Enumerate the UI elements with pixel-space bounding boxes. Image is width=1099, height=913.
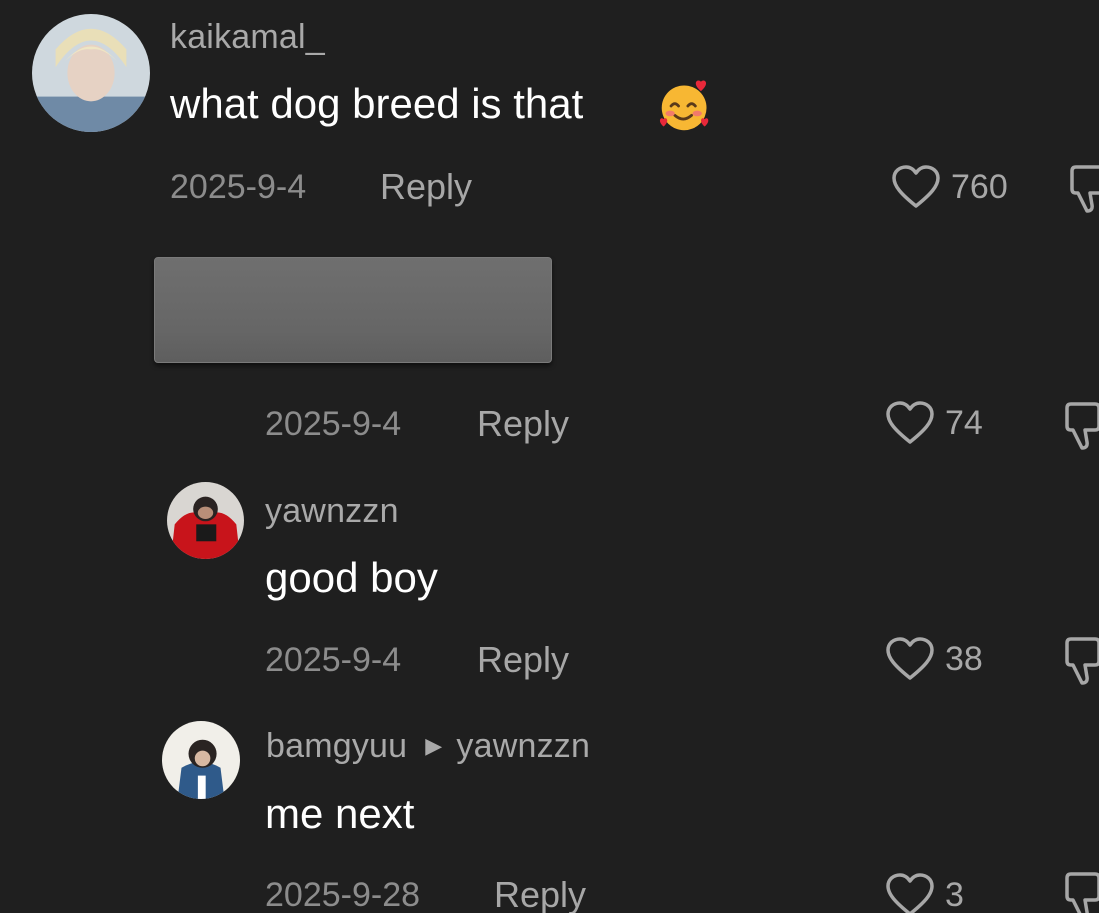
heart-outline-icon bbox=[892, 165, 940, 208]
comment-text: what dog breed is that bbox=[170, 80, 583, 128]
avatar-image bbox=[167, 482, 244, 559]
avatar[interactable] bbox=[167, 482, 244, 559]
comment-date: 2025-9-4 bbox=[265, 641, 402, 679]
comment-text: good boy bbox=[265, 554, 438, 601]
comment-author[interactable]: bamgyuu bbox=[266, 727, 407, 765]
comment-username[interactable]: yawnzzn bbox=[265, 492, 399, 531]
thumbs-down-icon bbox=[1065, 402, 1099, 450]
comment-username: bamgyuu ▶ yawnzzn bbox=[266, 727, 590, 766]
dislike-button[interactable] bbox=[1068, 163, 1099, 215]
like-button[interactable]: 38 bbox=[885, 636, 983, 682]
like-count: 760 bbox=[951, 167, 1008, 206]
like-count: 74 bbox=[945, 403, 983, 442]
avatar[interactable] bbox=[32, 14, 150, 132]
thumbs-down-icon bbox=[1065, 872, 1099, 913]
dislike-button[interactable] bbox=[1063, 400, 1099, 452]
comment-text-content: what dog breed is that bbox=[170, 80, 584, 127]
reply-to-username[interactable]: yawnzzn bbox=[456, 727, 590, 765]
like-button[interactable]: 760 bbox=[891, 164, 1008, 210]
comment-date: 2025-9-4 bbox=[265, 405, 402, 443]
comments-screen: kaikamal_ what dog breed is that 2025-9-… bbox=[0, 0, 1099, 913]
heart-outline-icon bbox=[886, 637, 934, 680]
reply-button[interactable]: Reply bbox=[380, 166, 472, 208]
dislike-button[interactable] bbox=[1063, 635, 1099, 687]
like-count: 3 bbox=[945, 875, 964, 913]
thumbs-down-icon bbox=[1065, 637, 1099, 685]
redaction-box bbox=[154, 257, 552, 363]
triangle-right-icon: ▶ bbox=[425, 733, 443, 758]
avatar[interactable] bbox=[162, 721, 240, 799]
heart-outline-icon bbox=[886, 873, 934, 913]
comment-text: me next bbox=[265, 790, 415, 837]
comment-username[interactable]: kaikamal_ bbox=[170, 18, 325, 57]
reply-button[interactable]: Reply bbox=[494, 874, 586, 913]
avatar-image bbox=[162, 721, 240, 799]
like-count: 38 bbox=[945, 639, 983, 678]
like-button[interactable]: 3 bbox=[885, 872, 964, 913]
comment-date: 2025-9-4 bbox=[170, 168, 307, 206]
comment-date: 2025-9-28 bbox=[265, 876, 421, 913]
smiling-face-with-hearts-icon bbox=[659, 80, 709, 131]
thumbs-down-icon bbox=[1070, 165, 1099, 213]
dislike-button[interactable] bbox=[1063, 870, 1099, 913]
avatar-image bbox=[32, 14, 150, 132]
heart-outline-icon bbox=[886, 401, 934, 444]
like-button[interactable]: 74 bbox=[885, 400, 983, 446]
reply-button[interactable]: Reply bbox=[477, 403, 569, 445]
reply-button[interactable]: Reply bbox=[477, 639, 569, 681]
